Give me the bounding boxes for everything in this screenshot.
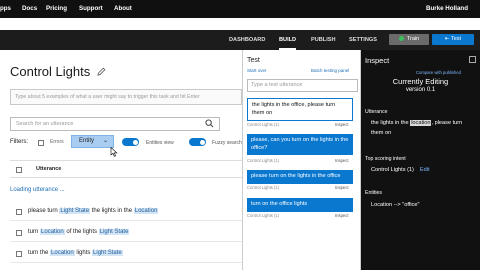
test-panel: Test Start over Batch testing panel Type… [242, 50, 361, 270]
utterance-segment: please turn [28, 208, 60, 214]
top-intent-row: Control Lights (1) Edit [371, 165, 430, 175]
test-button-label: Test [450, 36, 462, 42]
table-header: Utterance [10, 160, 242, 178]
tab-dashboard[interactable]: DASHBOARD [229, 30, 265, 50]
test-button[interactable]: ⇤ Test [432, 34, 474, 45]
utterance-text: turn the Location lights Light State [28, 250, 123, 256]
utterance-section-label: Utterance [365, 109, 388, 115]
fuzzy-search-toggle[interactable] [189, 138, 206, 146]
collapse-panel-icon[interactable] [469, 56, 476, 63]
tab-settings[interactable]: SETTINGS [349, 30, 377, 50]
search-icon[interactable] [205, 119, 214, 128]
main-content: Control Lights Type about 5 examples of … [0, 50, 242, 270]
inspected-utterance: the lights in the location, please turn … [371, 118, 462, 138]
entity-value: Location --> "office" [371, 202, 420, 208]
inspect-link[interactable]: Inspect [335, 185, 349, 190]
page-title: Control Lights [10, 64, 91, 79]
utterance-row[interactable]: turn the Location lights Light State [10, 245, 242, 263]
search-input[interactable]: Search for an utterance [10, 117, 220, 131]
top-intent-value: Control Lights (1) [371, 167, 414, 173]
errors-checkbox[interactable] [38, 140, 44, 146]
row-checkbox[interactable] [16, 230, 22, 236]
test-result-intent: Control Lights (1) [247, 185, 280, 190]
inspect-link[interactable]: Inspect [335, 213, 349, 218]
top-intent-section-label: Top scoring intent [365, 156, 406, 162]
row-checkbox[interactable] [16, 209, 22, 215]
inspect-link[interactable]: Inspect [335, 122, 349, 127]
test-panel-title: Test [247, 57, 260, 64]
batch-testing-link[interactable]: Batch testing panel [311, 68, 349, 73]
global-nav-bar: pps Docs Pricing Support About Burke Hol… [0, 0, 480, 18]
inspect-panel: Inspect Compare with published Currently… [361, 50, 480, 270]
pencil-icon[interactable] [97, 67, 106, 76]
entity-filter-label: Entity [79, 138, 95, 144]
inspect-link[interactable]: Inspect [335, 158, 349, 163]
tab-build[interactable]: BUILD [279, 30, 297, 50]
filters-label: Filters: [10, 139, 28, 145]
entity-tag[interactable]: Light State [98, 229, 130, 235]
tab-publish[interactable]: PUBLISH [311, 30, 336, 50]
version-label: version 0.1 [405, 87, 436, 93]
test-utterance-bubble[interactable]: turn on the office lights [247, 198, 353, 212]
nav-link-support[interactable]: Support [79, 0, 103, 18]
nav-link-about[interactable]: About [114, 0, 132, 18]
inspect-panel-title: Inspect [365, 56, 390, 65]
utterance-row[interactable]: turn Location of the lights Light State [10, 224, 242, 242]
train-button-label: Train [406, 36, 420, 42]
utterance-segment: the lights in the [90, 208, 134, 214]
entities-section-label: Entities [365, 190, 383, 196]
errors-label: Errors [50, 139, 64, 145]
compare-published-link[interactable]: Compare with published [416, 70, 461, 75]
nav-link-apps[interactable]: pps [0, 0, 11, 18]
entity-filter-dropdown[interactable]: Entity ⌄ [71, 135, 114, 148]
utterance-input[interactable]: Type about 5 examples of what a user mig… [10, 89, 242, 105]
test-utterance-bubble[interactable]: please turn on the lights in the office [247, 170, 353, 184]
utterance-segment: lights [74, 250, 93, 256]
nav-link-pricing[interactable]: Pricing [46, 0, 67, 18]
utterance-text: please turn Light State the lights in th… [28, 208, 159, 214]
loading-text: Loading utterance ... [10, 187, 65, 193]
utterance-segment: turn the [28, 250, 51, 256]
entity-tag[interactable]: Light State [92, 250, 123, 256]
currently-editing-label: Currently Editing [392, 77, 449, 86]
utterance-segment: turn [28, 229, 41, 235]
test-result-intent: Control Lights (1) [247, 122, 280, 127]
test-result-intent: Control Lights (1) [247, 158, 280, 163]
entity-tag[interactable]: Location [50, 250, 75, 256]
utterance-segment: of the lights [64, 229, 99, 235]
train-button[interactable]: Train [389, 34, 429, 45]
test-utterance-input[interactable]: Type a test utterance [247, 79, 358, 92]
entities-view-toggle[interactable] [122, 138, 139, 146]
utterance-segment: them on [371, 130, 392, 136]
utterance-row[interactable]: please turn Light State the lights in th… [10, 203, 242, 221]
utterance-segment: , please turn [431, 120, 463, 126]
user-name[interactable]: Burke Holland [426, 0, 468, 18]
row-checkbox[interactable] [16, 251, 22, 257]
edit-intent-link[interactable]: Edit [420, 167, 430, 173]
train-status-icon [398, 35, 404, 41]
test-utterance-bubble[interactable]: please, can you turn on the lights in th… [247, 134, 353, 155]
start-over-link[interactable]: Start over [247, 68, 267, 73]
entity-tag[interactable]: Location [133, 208, 159, 214]
select-all-checkbox[interactable] [16, 167, 22, 173]
test-result-intent: Control Lights (1) [247, 213, 280, 218]
chevron-down-icon: ⌄ [102, 138, 108, 144]
mouse-cursor-icon [110, 147, 118, 157]
entities-view-label: Entities view [146, 140, 174, 146]
entity-tag[interactable]: Location [40, 229, 65, 235]
entity-tag[interactable]: Light State [59, 208, 91, 214]
test-utterance-bubble[interactable]: the lights in the office, please turn th… [247, 98, 353, 121]
nav-link-docs[interactable]: Docs [22, 0, 37, 18]
utterance-column-header[interactable]: Utterance [36, 166, 61, 172]
entity-tag[interactable]: location [410, 120, 432, 126]
utterance-text: turn Location of the lights Light State [28, 229, 130, 235]
fuzzy-search-label: Fuzzy search [212, 140, 242, 146]
utterance-segment: the lights in the [371, 120, 411, 126]
